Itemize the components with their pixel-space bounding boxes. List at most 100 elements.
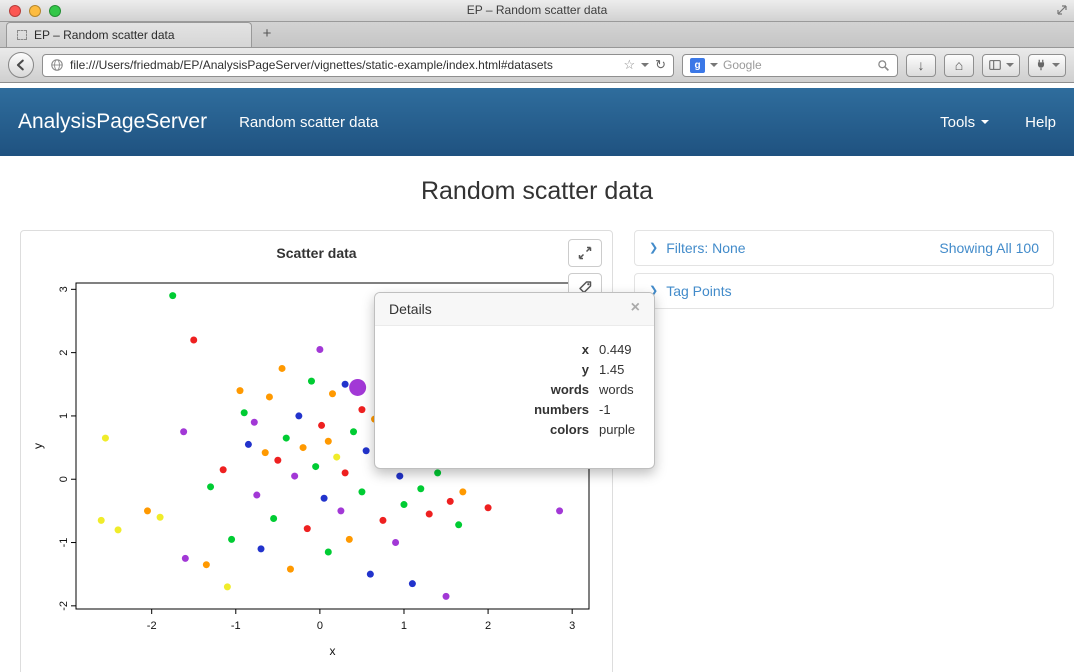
data-point[interactable] xyxy=(350,428,357,435)
data-point[interactable] xyxy=(144,507,151,514)
data-point[interactable] xyxy=(337,507,344,514)
filters-label[interactable]: Filters: None xyxy=(666,239,745,257)
detail-value: -1 xyxy=(599,400,640,420)
data-point[interactable] xyxy=(396,473,403,480)
data-point[interactable] xyxy=(295,412,302,419)
bookmark-star-icon[interactable]: ☆ xyxy=(623,57,635,73)
home-icon: ⌂ xyxy=(955,58,963,72)
data-point[interactable] xyxy=(102,435,109,442)
close-window-button[interactable] xyxy=(9,5,21,17)
data-point[interactable] xyxy=(342,469,349,476)
data-point[interactable] xyxy=(443,593,450,600)
close-icon[interactable]: × xyxy=(631,301,640,317)
data-point[interactable] xyxy=(258,545,265,552)
data-point[interactable] xyxy=(203,561,210,568)
data-point[interactable] xyxy=(180,428,187,435)
tab-title: EP – Random scatter data xyxy=(34,28,175,42)
data-point[interactable] xyxy=(400,501,407,508)
data-point[interactable] xyxy=(329,390,336,397)
tools-menu[interactable]: Tools xyxy=(940,114,989,131)
help-link[interactable]: Help xyxy=(1025,114,1056,131)
data-point[interactable] xyxy=(485,504,492,511)
downloads-button[interactable]: ↓ xyxy=(906,54,936,77)
data-point[interactable] xyxy=(291,473,298,480)
data-point[interactable] xyxy=(169,292,176,299)
url-text[interactable]: file:///Users/friedmab/EP/AnalysisPageSe… xyxy=(70,58,617,72)
data-point[interactable] xyxy=(262,449,269,456)
data-point[interactable] xyxy=(363,447,370,454)
data-point[interactable] xyxy=(556,507,563,514)
selected-data-point[interactable] xyxy=(349,379,366,396)
data-point[interactable] xyxy=(182,555,189,562)
y-tick-label: -2 xyxy=(58,601,70,611)
data-point[interactable] xyxy=(342,381,349,388)
data-point[interactable] xyxy=(358,488,365,495)
tab-ep-random-scatter-data[interactable]: EP – Random scatter data xyxy=(6,22,252,47)
data-point[interactable] xyxy=(318,422,325,429)
data-point[interactable] xyxy=(270,515,277,522)
data-point[interactable] xyxy=(312,463,319,470)
reload-icon[interactable]: ↻ xyxy=(655,57,666,73)
data-point[interactable] xyxy=(241,409,248,416)
search-input[interactable]: Google xyxy=(723,58,872,72)
search-engine-caret-icon[interactable] xyxy=(710,63,718,67)
minimize-window-button[interactable] xyxy=(29,5,41,17)
home-button[interactable]: ⌂ xyxy=(944,54,974,77)
data-point[interactable] xyxy=(207,483,214,490)
data-point[interactable] xyxy=(98,517,105,524)
data-point[interactable] xyxy=(379,517,386,524)
data-point[interactable] xyxy=(325,549,332,556)
data-point[interactable] xyxy=(245,441,252,448)
search-bar[interactable]: g Google xyxy=(682,54,898,77)
data-point[interactable] xyxy=(333,454,340,461)
data-point[interactable] xyxy=(426,511,433,518)
data-point[interactable] xyxy=(346,536,353,543)
url-dropdown-caret-icon[interactable] xyxy=(641,63,649,67)
expand-plot-button[interactable] xyxy=(568,239,602,267)
data-point[interactable] xyxy=(115,526,122,533)
zoom-window-button[interactable] xyxy=(49,5,61,17)
search-icon[interactable] xyxy=(877,59,890,72)
data-point[interactable] xyxy=(283,435,290,442)
filters-accordion[interactable]: ❯ Filters: None Showing All 100 xyxy=(634,230,1054,266)
new-tab-button[interactable]: + xyxy=(252,22,282,47)
data-point[interactable] xyxy=(316,346,323,353)
bookmarks-button[interactable] xyxy=(982,54,1020,77)
tag-points-accordion[interactable]: ❯ Tag Points xyxy=(634,273,1054,309)
data-point[interactable] xyxy=(190,336,197,343)
data-point[interactable] xyxy=(321,495,328,502)
data-point[interactable] xyxy=(434,469,441,476)
data-point[interactable] xyxy=(157,514,164,521)
data-point[interactable] xyxy=(409,580,416,587)
data-point[interactable] xyxy=(266,393,273,400)
data-point[interactable] xyxy=(224,583,231,590)
data-point[interactable] xyxy=(455,521,462,528)
data-point[interactable] xyxy=(220,466,227,473)
data-point[interactable] xyxy=(459,488,466,495)
data-point[interactable] xyxy=(287,566,294,573)
nav-item-random-scatter-data[interactable]: Random scatter data xyxy=(239,114,378,131)
data-point[interactable] xyxy=(251,419,258,426)
url-bar[interactable]: file:///Users/friedmab/EP/AnalysisPageSe… xyxy=(42,54,674,77)
data-point[interactable] xyxy=(447,498,454,505)
data-point[interactable] xyxy=(304,525,311,532)
fullscreen-icon[interactable] xyxy=(1056,4,1068,16)
data-point[interactable] xyxy=(274,457,281,464)
data-point[interactable] xyxy=(236,387,243,394)
addons-button[interactable] xyxy=(1028,54,1066,77)
tag-points-label[interactable]: Tag Points xyxy=(666,282,731,300)
data-point[interactable] xyxy=(228,536,235,543)
data-point[interactable] xyxy=(392,539,399,546)
data-point[interactable] xyxy=(358,406,365,413)
data-point[interactable] xyxy=(308,378,315,385)
data-point[interactable] xyxy=(367,571,374,578)
data-point[interactable] xyxy=(300,444,307,451)
google-engine-icon[interactable]: g xyxy=(690,58,705,73)
back-button[interactable] xyxy=(8,52,34,78)
data-point[interactable] xyxy=(253,492,260,499)
brand[interactable]: AnalysisPageServer xyxy=(18,110,207,134)
data-point[interactable] xyxy=(279,365,286,372)
data-point[interactable] xyxy=(417,485,424,492)
data-point[interactable] xyxy=(325,438,332,445)
expand-icon xyxy=(577,245,593,261)
